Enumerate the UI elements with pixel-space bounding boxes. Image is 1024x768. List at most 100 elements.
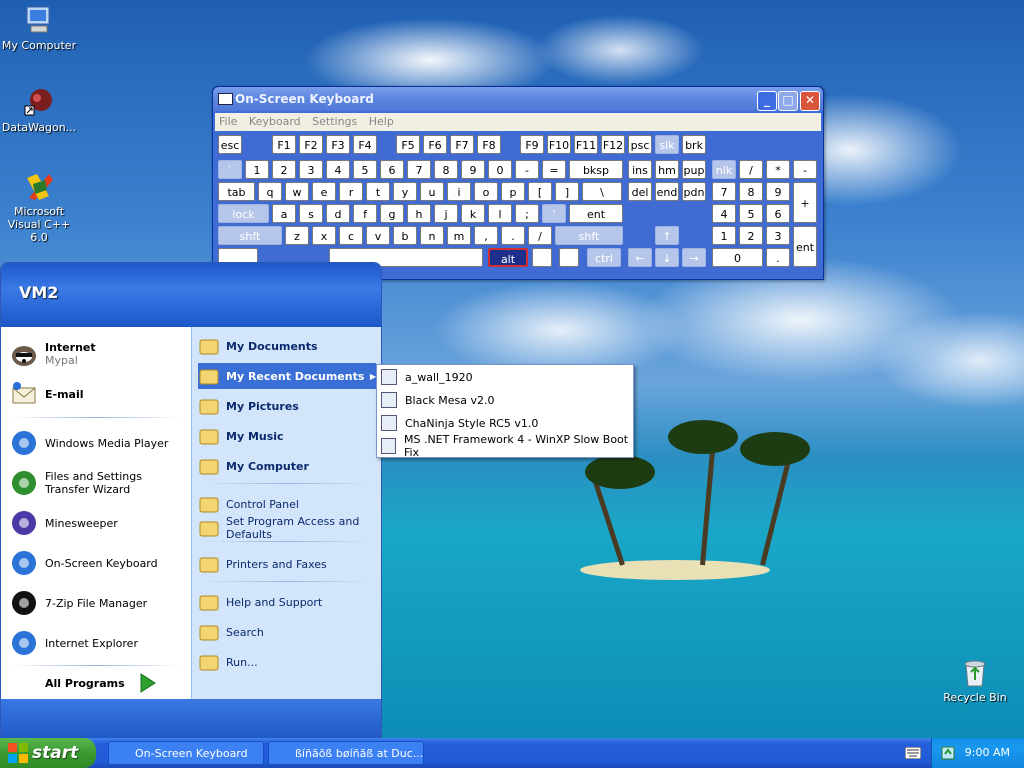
osk-key[interactable]: y bbox=[393, 182, 417, 201]
osk-key[interactable]: j bbox=[434, 204, 458, 223]
osk-key-win[interactable] bbox=[532, 248, 552, 267]
osk-key[interactable]: r bbox=[339, 182, 363, 201]
right-item[interactable]: Run... bbox=[198, 649, 376, 675]
right-item[interactable]: Printers and Faxes bbox=[198, 551, 376, 577]
osk-key[interactable]: F8 bbox=[477, 135, 501, 154]
osk-key[interactable]: x bbox=[312, 226, 336, 245]
taskbar-task-browser[interactable]: ßíñãõß bøíñãß at Duc... bbox=[268, 741, 424, 765]
osk-key[interactable]: p bbox=[501, 182, 525, 201]
maximize-button[interactable]: □ bbox=[778, 91, 798, 111]
right-item[interactable]: Search bbox=[198, 619, 376, 645]
osk-titlebar[interactable]: On-Screen Keyboard _ □ ✕ bbox=[213, 87, 823, 111]
osk-key[interactable]: brk bbox=[682, 135, 706, 154]
osk-key[interactable]: 2 bbox=[739, 226, 763, 245]
osk-key[interactable]: 1 bbox=[712, 226, 736, 245]
osk-key[interactable]: ← bbox=[628, 248, 652, 267]
osk-key[interactable]: / bbox=[528, 226, 552, 245]
osk-key[interactable]: 3 bbox=[299, 160, 323, 179]
osk-key[interactable]: F10 bbox=[547, 135, 571, 154]
osk-key[interactable]: psc bbox=[628, 135, 652, 154]
recent-doc-item[interactable]: Black Mesa v2.0 bbox=[381, 390, 629, 410]
right-item[interactable]: Control Panel bbox=[198, 491, 376, 517]
osk-key[interactable]: F9 bbox=[520, 135, 544, 154]
osk-key[interactable]: q bbox=[258, 182, 282, 201]
right-item[interactable]: My Music bbox=[198, 423, 376, 449]
osk-key[interactable]: slk bbox=[655, 135, 679, 154]
osk-key[interactable]: F7 bbox=[450, 135, 474, 154]
osk-key[interactable]: z bbox=[285, 226, 309, 245]
osk-key[interactable]: \ bbox=[582, 182, 622, 201]
osk-key[interactable]: 8 bbox=[434, 160, 458, 179]
start-button[interactable]: start bbox=[0, 738, 96, 768]
osk-key[interactable]: d bbox=[326, 204, 350, 223]
desktop-icon-visual-cpp[interactable]: Microsoft Visual C++ 6.0 bbox=[0, 170, 78, 244]
osk-key[interactable]: f bbox=[353, 204, 377, 223]
menu-settings[interactable]: Settings bbox=[308, 113, 361, 130]
osk-key[interactable]: 8 bbox=[739, 182, 763, 201]
osk-key[interactable]: 3 bbox=[766, 226, 790, 245]
right-item[interactable]: Set Program Access and Defaults bbox=[198, 515, 376, 541]
osk-key-menu[interactable] bbox=[559, 248, 579, 267]
osk-key[interactable]: shft bbox=[555, 226, 623, 245]
osk-key[interactable]: - bbox=[515, 160, 539, 179]
osk-key[interactable]: → bbox=[682, 248, 706, 267]
recent-doc-item[interactable]: MS .NET Framework 4 - WinXP Slow Boot Fi… bbox=[381, 433, 629, 459]
osk-key[interactable]: 9 bbox=[766, 182, 790, 201]
osk-key[interactable]: lock bbox=[218, 204, 269, 223]
osk-key[interactable]: ' bbox=[542, 204, 566, 223]
osk-key[interactable]: 4 bbox=[712, 204, 736, 223]
osk-key[interactable]: shft bbox=[218, 226, 282, 245]
osk-key[interactable]: + bbox=[793, 182, 817, 223]
osk-key[interactable]: n bbox=[420, 226, 444, 245]
osk-key[interactable]: i bbox=[447, 182, 471, 201]
right-item[interactable]: My Documents bbox=[198, 333, 376, 359]
right-item[interactable]: My Computer bbox=[198, 453, 376, 479]
osk-key[interactable]: del bbox=[628, 182, 652, 201]
osk-key[interactable]: ` bbox=[218, 160, 242, 179]
osk-key[interactable]: F12 bbox=[601, 135, 625, 154]
program-item[interactable]: Internet Explorer bbox=[9, 625, 187, 661]
osk-key[interactable]: b bbox=[393, 226, 417, 245]
osk-key[interactable]: 7 bbox=[407, 160, 431, 179]
osk-key[interactable]: - bbox=[793, 160, 817, 179]
on-screen-keyboard-window[interactable]: On-Screen Keyboard _ □ ✕ File Keyboard S… bbox=[212, 86, 824, 280]
osk-key[interactable]: [ bbox=[528, 182, 552, 201]
osk-key[interactable]: ins bbox=[628, 160, 652, 179]
osk-key[interactable]: ↓ bbox=[655, 248, 679, 267]
clock[interactable]: 9:00 AM bbox=[965, 738, 1010, 768]
osk-key[interactable]: w bbox=[285, 182, 309, 201]
right-item[interactable]: My Pictures bbox=[198, 393, 376, 419]
osk-key[interactable]: end bbox=[655, 182, 679, 201]
pinned-email[interactable]: E-mail bbox=[9, 377, 187, 411]
close-button[interactable]: ✕ bbox=[800, 91, 820, 111]
osk-key[interactable]: 9 bbox=[461, 160, 485, 179]
osk-key[interactable]: ; bbox=[515, 204, 539, 223]
osk-key[interactable]: / bbox=[739, 160, 763, 179]
desktop-icon-datawagon[interactable]: DataWagon... bbox=[0, 86, 78, 134]
keyboard-tray-icon[interactable] bbox=[905, 747, 921, 759]
osk-key[interactable]: hm bbox=[655, 160, 679, 179]
menu-file[interactable]: File bbox=[215, 113, 241, 130]
osk-key[interactable]: 5 bbox=[353, 160, 377, 179]
program-item[interactable]: Minesweeper bbox=[9, 505, 187, 541]
osk-key[interactable]: u bbox=[420, 182, 444, 201]
menu-keyboard[interactable]: Keyboard bbox=[245, 113, 305, 130]
osk-key[interactable]: v bbox=[366, 226, 390, 245]
osk-key[interactable]: F4 bbox=[353, 135, 377, 154]
desktop-icon-my-computer[interactable]: My Computer bbox=[0, 4, 78, 52]
osk-key[interactable]: ] bbox=[555, 182, 579, 201]
program-item[interactable]: Files and Settings Transfer Wizard bbox=[9, 465, 187, 501]
osk-key[interactable]: e bbox=[312, 182, 336, 201]
osk-key[interactable]: ↑ bbox=[655, 226, 679, 245]
program-item[interactable]: Windows Media Player bbox=[9, 425, 187, 461]
osk-key[interactable]: nlk bbox=[712, 160, 736, 179]
osk-key[interactable]: F11 bbox=[574, 135, 598, 154]
osk-key[interactable]: ent bbox=[793, 226, 817, 267]
osk-key[interactable]: . bbox=[766, 248, 790, 267]
osk-key[interactable]: F5 bbox=[396, 135, 420, 154]
osk-key[interactable]: t bbox=[366, 182, 390, 201]
osk-key[interactable]: esc bbox=[218, 135, 242, 154]
osk-key[interactable]: 2 bbox=[272, 160, 296, 179]
recycle-tray-icon[interactable] bbox=[940, 745, 956, 761]
osk-key[interactable]: 5 bbox=[739, 204, 763, 223]
